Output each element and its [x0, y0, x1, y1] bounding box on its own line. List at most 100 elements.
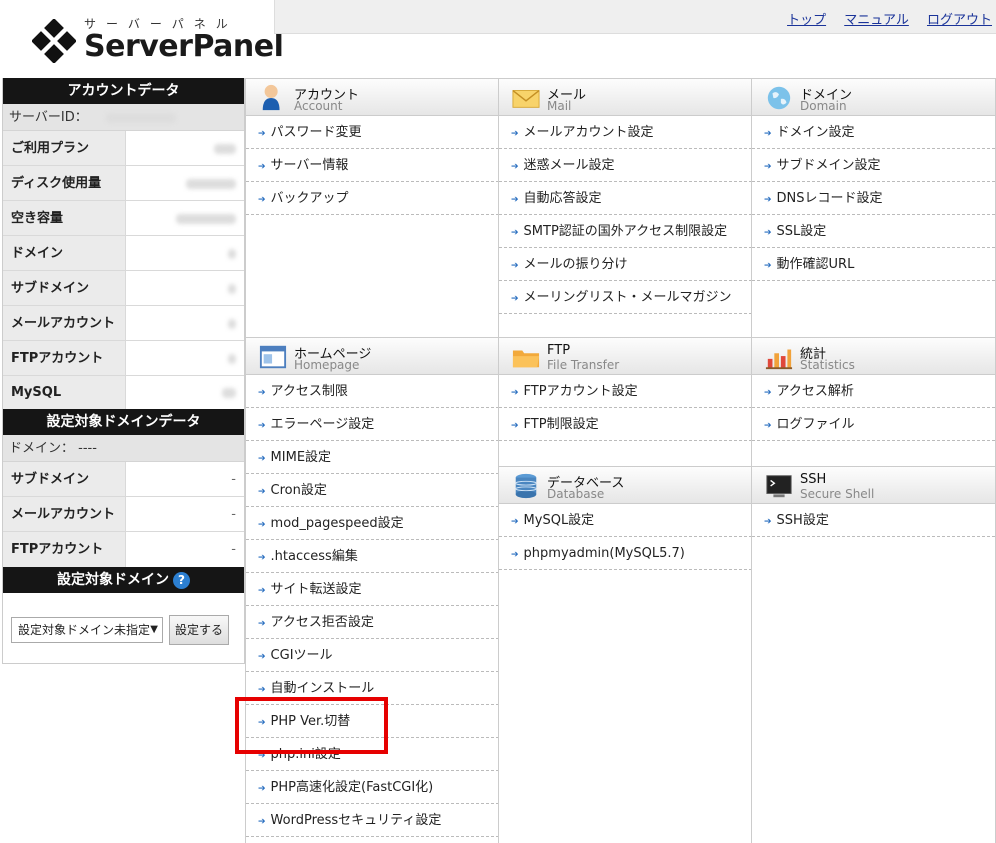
menu-item-log-file[interactable]: ➔ ログファイル — [752, 408, 995, 441]
menu-item-mysql[interactable]: ➔ MySQL設定 — [499, 504, 752, 537]
column-3: ドメイン Domain ➔ ドメイン設定 ➔ サブドメイン設定 ➔ DNSレコード設定… — [751, 78, 996, 843]
server-id-row: サーバーID： — [3, 104, 244, 131]
menu-item-ftp-account[interactable]: ➔ FTPアカウント設定 — [499, 375, 752, 408]
menu-item-smtp-restrict[interactable]: ➔ SMTP認証の国外アクセス制限設定 — [499, 215, 752, 248]
menu-item-ftp-restrict[interactable]: ➔ FTP制限設定 — [499, 408, 752, 441]
account-menu: ➔ パスワード変更 ➔ サーバー情報 ➔ バックアップ — [246, 116, 499, 215]
menu-item-mail-account[interactable]: ➔ メールアカウント設定 — [499, 116, 752, 149]
category-title: SSH — [800, 472, 827, 487]
menu-item-htaccess[interactable]: ➔ .htaccess編集 — [246, 540, 499, 573]
domain-data-header: 設定対象ドメインデータ — [3, 409, 244, 435]
menu-item-site-transfer[interactable]: ➔ サイト転送設定 — [246, 573, 499, 606]
menu-item-ssl[interactable]: ➔ SSL設定 — [752, 215, 995, 248]
target-domain-header: 設定対象ドメイン? — [3, 567, 244, 593]
database-menu: ➔ MySQL設定 ➔ phpmyadmin(MySQL5.7) — [499, 504, 752, 570]
terminal-icon — [766, 475, 792, 498]
menu-item-access-limit[interactable]: ➔ アクセス制限 — [246, 375, 499, 408]
domain-select[interactable]: 設定対象ドメイン未指定 ▼ — [11, 617, 163, 643]
account-row-value — [126, 271, 244, 305]
domain-data-value: - — [126, 532, 244, 567]
menu-item-password-change[interactable]: ➔ パスワード変更 — [246, 116, 499, 149]
menu-item-dns-record[interactable]: ➔ DNSレコード設定 — [752, 182, 995, 215]
domain-row: ドメイン： ---- — [3, 435, 244, 462]
category-stats-header: 統計 Statistics — [752, 337, 995, 375]
category-subtitle: Database — [547, 487, 605, 501]
menu-item-phpmyadmin[interactable]: ➔ phpmyadmin(MySQL5.7) — [499, 537, 752, 570]
menu-item-access-analytics[interactable]: ➔ アクセス解析 — [752, 375, 995, 408]
highlight-box — [235, 697, 388, 754]
domain-data-value: - — [126, 497, 244, 531]
help-icon[interactable]: ? — [173, 572, 190, 589]
account-row-key: 空き容量 — [3, 201, 126, 235]
logout-link[interactable]: ログアウト — [927, 13, 992, 28]
category-database-header: データベース Database — [499, 466, 752, 504]
homepage-menu: ➔ アクセス制限 ➔ エラーページ設定 ➔ MIME設定 ➔ Cron設定 ➔ mod_p… — [246, 375, 499, 837]
domain-data-row: サブドメイン - — [3, 462, 244, 497]
domain-value: ---- — [78, 441, 97, 456]
menu-item-wordpress-security[interactable]: ➔ WordPressセキュリティ設定 — [246, 804, 499, 837]
category-subtitle: Account — [294, 99, 343, 113]
category-homepage-header: ホームページ Homepage — [246, 337, 499, 375]
account-row-key: FTPアカウント — [3, 341, 126, 375]
stats-menu: ➔ アクセス解析 ➔ ログファイル — [752, 375, 995, 441]
top-links: トップ マニュアル ログアウト — [773, 9, 992, 28]
menu-item-auto-reply[interactable]: ➔ 自動応答設定 — [499, 182, 752, 215]
domain-select-area: 設定対象ドメイン未指定 ▼ 設定する — [3, 593, 244, 645]
menu-item-cgi-tools[interactable]: ➔ CGIツール — [246, 639, 499, 672]
account-row: ディスク使用量 — [3, 166, 244, 201]
account-row: MySQL — [3, 376, 244, 409]
menu-item-test-url[interactable]: ➔ 動作確認URL — [752, 248, 995, 281]
category-subtitle: Homepage — [294, 358, 360, 372]
menu-item-mime[interactable]: ➔ MIME設定 — [246, 441, 499, 474]
account-row-key: ご利用プラン — [3, 131, 126, 165]
database-icon — [515, 473, 537, 499]
menu-item-subdomain-settings[interactable]: ➔ サブドメイン設定 — [752, 149, 995, 182]
domain-data-row: メールアカウント - — [3, 497, 244, 532]
category-title: FTP — [547, 343, 571, 358]
menu-item-spam[interactable]: ➔ 迷惑メール設定 — [499, 149, 752, 182]
account-row-key: サブドメイン — [3, 271, 126, 305]
account-row-value — [126, 341, 244, 375]
menu-item-mod-pagespeed[interactable]: ➔ mod_pagespeed設定 — [246, 507, 499, 540]
webpage-icon — [259, 345, 287, 369]
menu-item-backup[interactable]: ➔ バックアップ — [246, 182, 499, 215]
account-row: FTPアカウント — [3, 341, 244, 376]
menu-item-ssh-settings[interactable]: ➔ SSH設定 — [752, 504, 995, 537]
menu-item-mail-filter[interactable]: ➔ メールの振り分け — [499, 248, 752, 281]
menu-item-server-info[interactable]: ➔ サーバー情報 — [246, 149, 499, 182]
category-ftp-header: FTP File Transfer — [499, 337, 752, 375]
manual-link[interactable]: マニュアル — [844, 13, 909, 28]
category-subtitle: Mail — [547, 99, 572, 113]
top-link[interactable]: トップ — [787, 13, 826, 28]
menu-item-mailing-list[interactable]: ➔ メーリングリスト・メールマガジン — [499, 281, 752, 314]
menu-item-error-page[interactable]: ➔ エラーページ設定 — [246, 408, 499, 441]
domain-label: ドメイン： — [9, 441, 75, 456]
account-row-value — [126, 166, 244, 200]
logo-name: ServerPanel — [84, 29, 284, 64]
domain-menu: ➔ ドメイン設定 ➔ サブドメイン設定 ➔ DNSレコード設定 ➔ SSL設定 ➔ 動作確… — [752, 116, 995, 281]
set-domain-button[interactable]: 設定する — [169, 615, 230, 645]
menu-item-php-fastcgi[interactable]: ➔ PHP高速化設定(FastCGI化) — [246, 771, 499, 804]
menu-item-domain-settings[interactable]: ➔ ドメイン設定 — [752, 116, 995, 149]
account-row-value — [126, 131, 244, 165]
globe-icon — [767, 86, 791, 110]
logo[interactable]: サーバーパネル ServerPanel — [0, 0, 284, 78]
account-row-value — [126, 201, 244, 235]
category-subtitle: Statistics — [800, 358, 855, 372]
logo-diamond-icon — [32, 19, 76, 63]
menu-item-cron[interactable]: ➔ Cron設定 — [246, 474, 499, 507]
account-row-key: メールアカウント — [3, 306, 126, 340]
bar-chart-icon — [765, 349, 793, 370]
account-row: メールアカウント — [3, 306, 244, 341]
account-row-value — [126, 306, 244, 340]
domain-data-row: FTPアカウント - — [3, 532, 244, 567]
account-row: ドメイン — [3, 236, 244, 271]
account-row-key: ディスク使用量 — [3, 166, 126, 200]
account-row: サブドメイン — [3, 271, 244, 306]
menu-item-access-deny[interactable]: ➔ アクセス拒否設定 — [246, 606, 499, 639]
category-account-header: アカウント Account — [246, 78, 499, 116]
mail-menu: ➔ メールアカウント設定 ➔ 迷惑メール設定 ➔ 自動応答設定 ➔ SMTP認証の国外ア… — [499, 116, 752, 314]
account-row-value — [126, 376, 244, 409]
category-mail-header: メール Mail — [499, 78, 752, 116]
domain-data-key: FTPアカウント — [3, 532, 126, 567]
